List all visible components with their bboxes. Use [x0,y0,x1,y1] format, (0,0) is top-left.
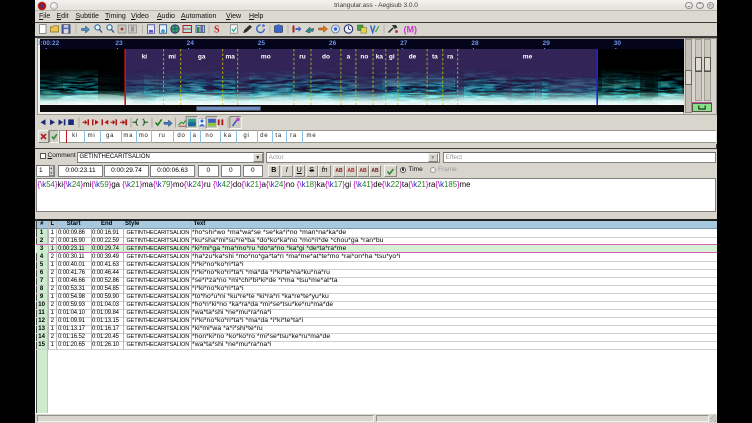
svg-text:ru: ru [299,53,306,60]
svg-text:(Μ): (Μ) [404,24,418,34]
svg-text:ka: ka [376,53,384,60]
svg-text:ma: ma [225,53,235,60]
svg-text:do: do [322,53,330,60]
svg-text:no: no [360,53,368,60]
svg-text:me: me [523,53,533,60]
svg-text:gi: gi [389,53,395,60]
svg-text:mo: mo [261,53,271,60]
svg-text:ki: ki [142,53,148,60]
svg-text:a: a [347,53,351,60]
svg-text:ga: ga [198,53,206,60]
svg-text:ta: ta [432,53,438,60]
svg-text:ra: ra [447,53,454,60]
svg-text:mi: mi [168,53,176,60]
svg-text:S: S [214,25,220,35]
svg-text:de: de [409,53,417,60]
